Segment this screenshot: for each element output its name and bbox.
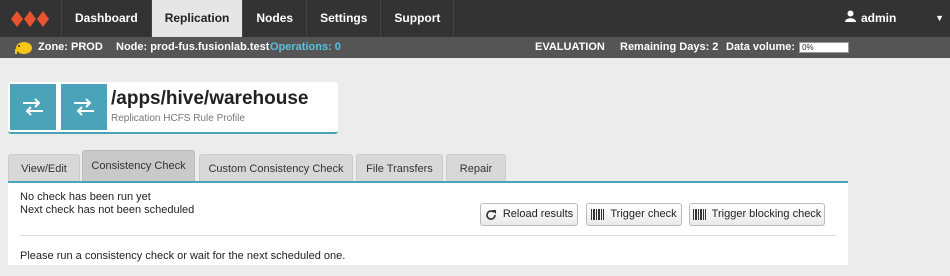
nav-nodes[interactable]: Nodes bbox=[243, 0, 308, 37]
remaining-days-label: Remaining Days: 2 bbox=[620, 41, 719, 53]
zone-label: Zone: PROD bbox=[38, 41, 103, 53]
reload-results-button[interactable]: Reload results bbox=[480, 203, 578, 226]
tab-repair[interactable]: Repair bbox=[446, 154, 506, 182]
schedule-status-text: Next check has not been scheduled bbox=[20, 204, 195, 216]
barcode-icon bbox=[692, 209, 706, 220]
brand-logo-icon bbox=[10, 10, 49, 27]
user-icon bbox=[845, 0, 856, 37]
data-volume-bar: 0% bbox=[799, 41, 850, 53]
refresh-icon bbox=[485, 209, 497, 221]
evaluation-label: EVALUATION bbox=[535, 41, 605, 53]
swap-arrows-icon bbox=[72, 98, 96, 116]
nav-replication[interactable]: Replication bbox=[151, 0, 244, 37]
top-nav: Dashboard Replication Nodes Settings Sup… bbox=[0, 0, 950, 37]
logo[interactable] bbox=[0, 0, 62, 37]
data-volume-label: Data volume: bbox=[726, 41, 796, 53]
barcode-icon bbox=[591, 209, 605, 220]
page-subtitle: Replication HCFS Rule Profile bbox=[111, 113, 245, 124]
chevron-down-icon[interactable]: ▼ bbox=[935, 0, 944, 37]
nav-settings[interactable]: Settings bbox=[307, 0, 382, 37]
replicate-button-2[interactable] bbox=[61, 84, 107, 130]
zone-info: Zone: PROD bbox=[14, 37, 103, 58]
trigger-check-button[interactable]: Trigger check bbox=[586, 203, 682, 226]
user-menu[interactable]: admin ▼ bbox=[835, 0, 950, 37]
operations-link[interactable]: Operations: 0 bbox=[270, 37, 341, 58]
node-label: Node: prod-fus.fusionlab.test bbox=[116, 41, 270, 53]
nav-support[interactable]: Support bbox=[381, 0, 455, 37]
tab-custom-consistency-check[interactable]: Custom Consistency Check bbox=[199, 154, 353, 182]
tab-file-transfers[interactable]: File Transfers bbox=[356, 154, 443, 182]
data-volume: Data volume: 0% bbox=[726, 37, 850, 58]
tab-view-edit[interactable]: View/Edit bbox=[8, 154, 80, 182]
divider bbox=[20, 235, 836, 236]
check-status-text: No check has been run yet bbox=[20, 191, 151, 203]
swap-arrows-icon bbox=[21, 98, 45, 116]
user-name: admin bbox=[861, 11, 897, 25]
info-message: Please run a consistency check or wait f… bbox=[20, 250, 346, 262]
status-bar: Zone: PROD Node: prod-fus.fusionlab.test… bbox=[0, 37, 950, 58]
consistency-panel: No check has been run yet Next check has… bbox=[8, 181, 848, 265]
replicate-button-1[interactable] bbox=[10, 84, 56, 130]
nav-dashboard[interactable]: Dashboard bbox=[62, 0, 152, 37]
rule-header-card: /apps/hive/warehouse Replication HCFS Ru… bbox=[8, 82, 338, 134]
trigger-blocking-check-label: Trigger blocking check bbox=[711, 208, 822, 220]
reload-results-label: Reload results bbox=[502, 208, 574, 220]
tab-consistency-check[interactable]: Consistency Check bbox=[82, 150, 195, 182]
elephant-icon bbox=[14, 41, 34, 55]
trigger-check-label: Trigger check bbox=[610, 208, 677, 220]
page-title: /apps/hive/warehouse bbox=[111, 88, 309, 109]
trigger-blocking-check-button[interactable]: Trigger blocking check bbox=[689, 203, 825, 226]
